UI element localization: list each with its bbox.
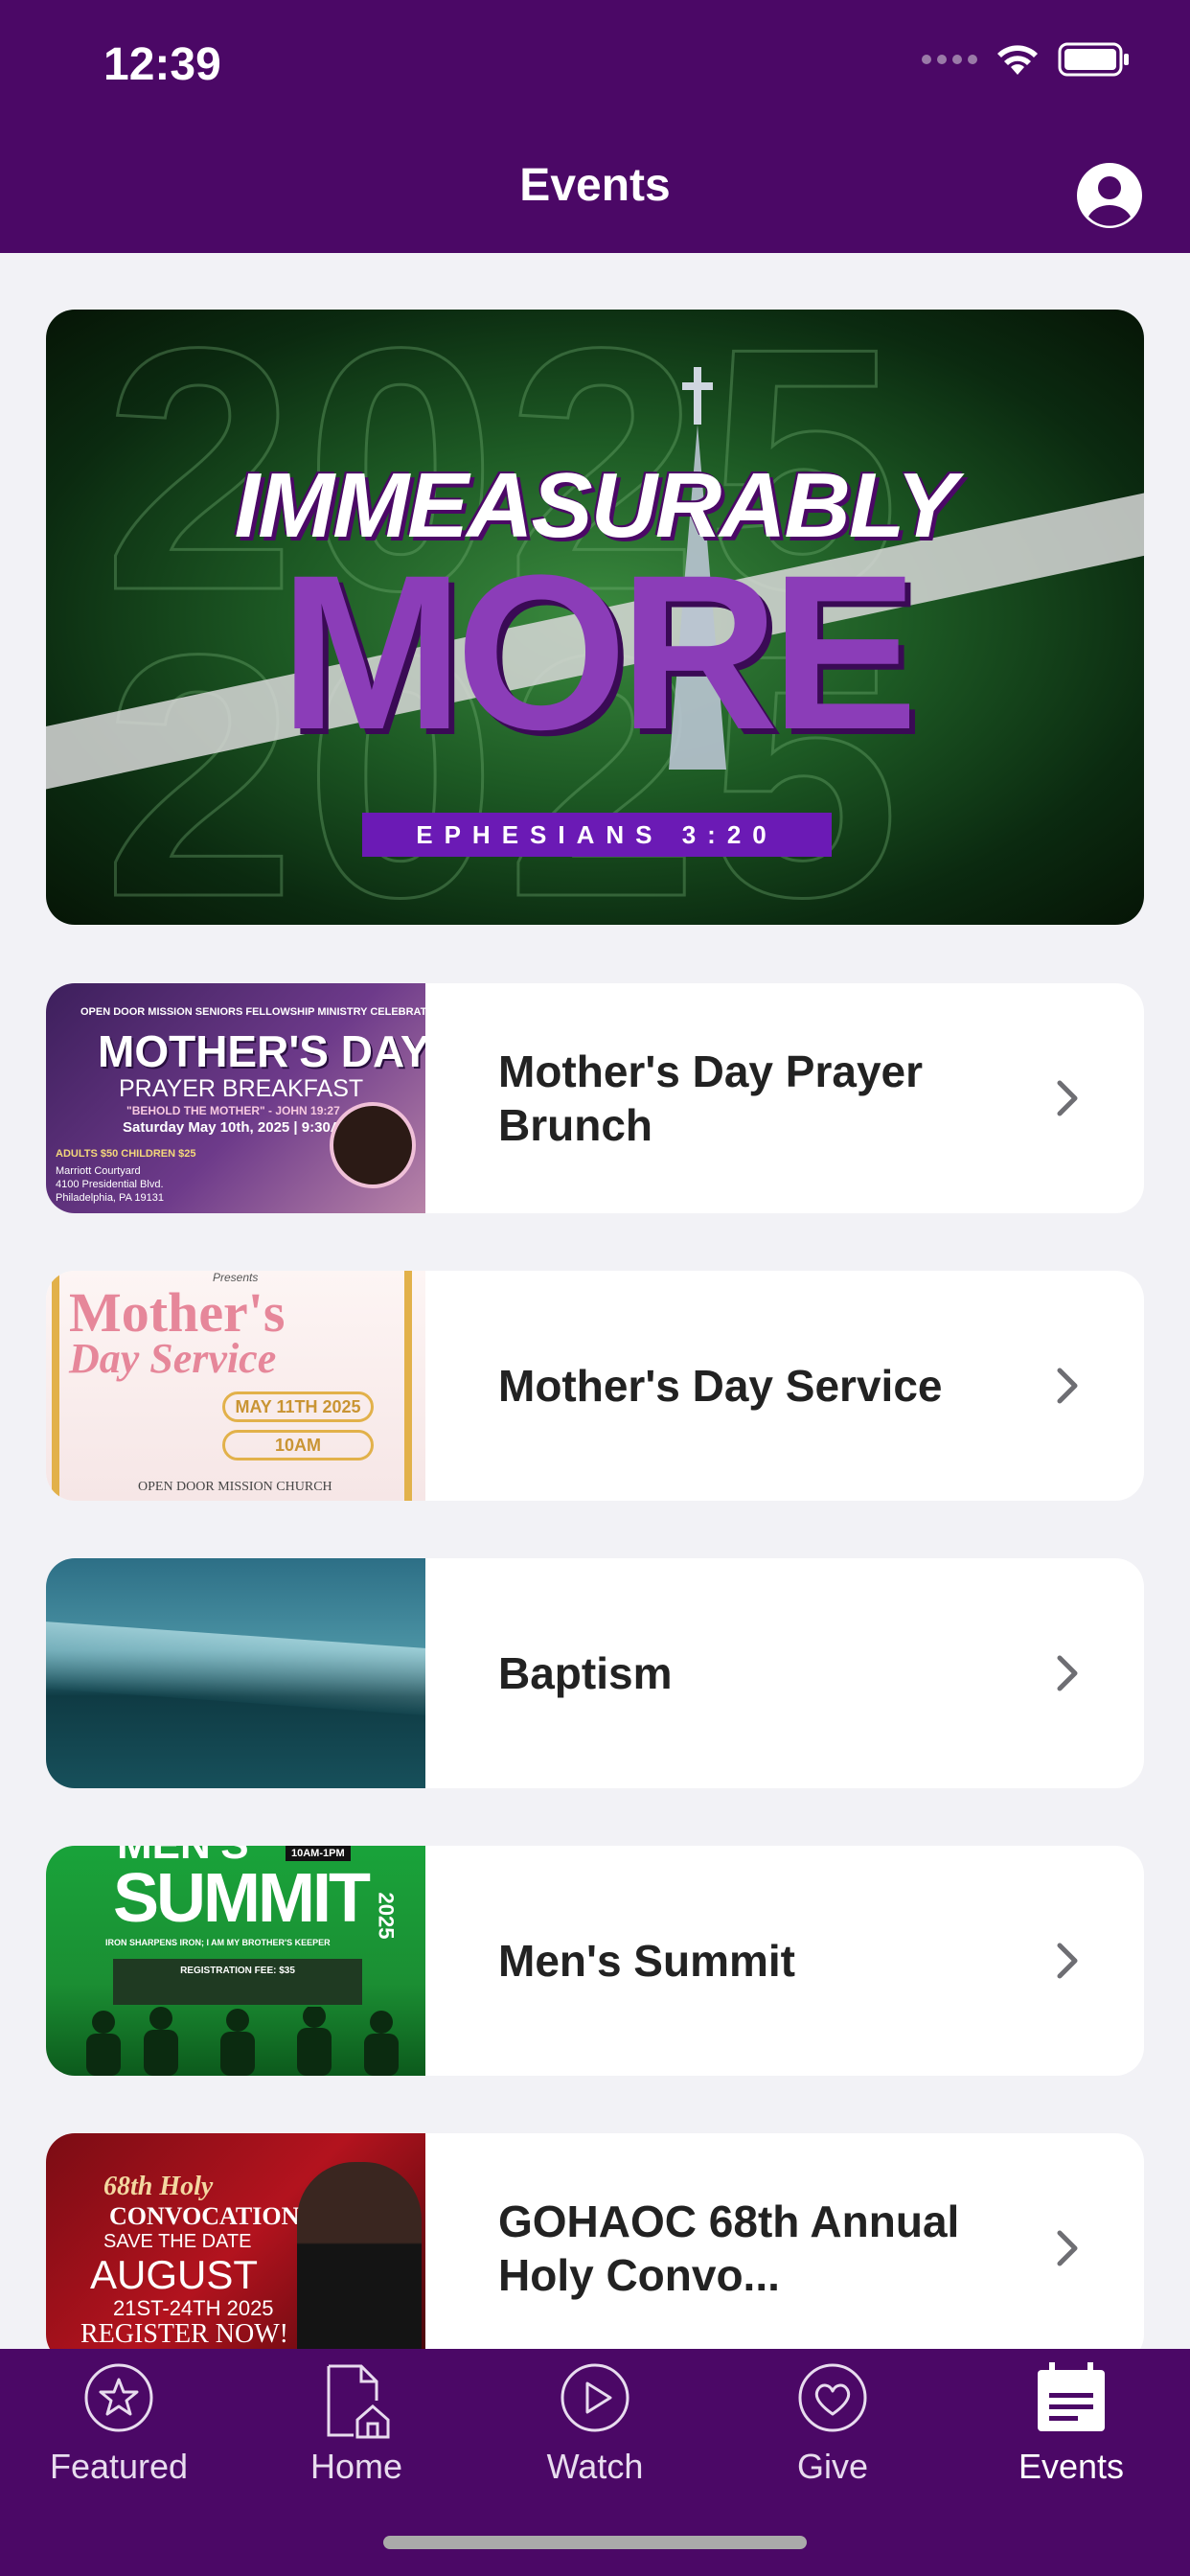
home-indicator[interactable] (383, 2536, 807, 2549)
event-title: Baptism (498, 1648, 673, 1698)
status-icons (922, 42, 1131, 77)
thumb-text: 2025 (374, 1892, 399, 1940)
chevron-right-icon (1057, 1655, 1078, 1691)
thumb-text: 10AM-1PM (286, 1846, 351, 1861)
chevron-right-icon (1057, 1368, 1078, 1404)
signal-icon (922, 55, 977, 64)
tab-watch[interactable]: Watch (476, 2349, 714, 2502)
speaker-photo (297, 2162, 422, 2363)
tab-featured[interactable]: Featured (0, 2349, 238, 2502)
battery-icon (1058, 42, 1129, 77)
status-time: 12:39 (103, 39, 221, 90)
thumb-text: 10AM (222, 1430, 374, 1460)
page-title: Events (519, 160, 671, 211)
thumb-text: OPEN DOOR MISSION CHURCH (138, 1480, 332, 1494)
tab-label: Watch (546, 2447, 644, 2486)
event-card[interactable]: Presents Mother's Day Service MAY 11TH 2… (46, 1271, 1144, 1501)
thumb-text: AUGUST (90, 2252, 259, 2297)
tab-give[interactable]: Give (714, 2349, 951, 2502)
event-card[interactable]: 68th Holy CONVOCATION SAVE THE DATE AUGU… (46, 2133, 1144, 2363)
decorative-gold-bar (404, 1271, 412, 1501)
tab-events[interactable]: Events (952, 2349, 1190, 2502)
event-title: Mother's Day Prayer Brunch (498, 1046, 924, 1150)
thumb-text: Day Service (69, 1335, 277, 1382)
play-icon (561, 2363, 629, 2432)
tab-home[interactable]: Home (238, 2349, 475, 2502)
event-thumbnail: MEN'S SUMMIT 2025 10AM-1PM IRON SHARPENS… (46, 1846, 425, 2076)
thumb-text: 4100 Presidential Blvd. (56, 1179, 164, 1190)
thumb-text: 21ST-24TH 2025 (113, 2296, 274, 2320)
decorative-gold-bar (52, 1271, 59, 1501)
event-thumbnail: 68th Holy CONVOCATION SAVE THE DATE AUGU… (46, 2133, 425, 2363)
thumb-text: SUMMIT (113, 1860, 371, 1937)
home-doc-icon (327, 2364, 390, 2439)
event-thumbnail: Presents Mother's Day Service MAY 11TH 2… (46, 1271, 425, 1501)
men-silhouettes-graphic (86, 2007, 399, 2076)
app-header: 12:39 Events (0, 0, 1190, 253)
featured-event-banner[interactable]: 2025 2025 IMMEASURABLY MORE EPHESIANS 3:… (46, 310, 1144, 925)
thumb-text: 68th Holy (103, 2172, 214, 2201)
thumb-text: PRAYER BREAKFAST (119, 1075, 364, 1102)
event-title: Mother's Day Service (498, 1361, 943, 1411)
hero-verse: EPHESIANS 3:20 (362, 813, 832, 857)
thumb-text: OPEN DOOR MISSION SENIORS FELLOWSHIP MIN… (80, 1006, 425, 1018)
profile-icon[interactable] (1075, 161, 1144, 230)
chevron-right-icon (1057, 1080, 1078, 1116)
tab-label: Events (1018, 2447, 1125, 2486)
chevron-right-icon (1057, 2230, 1078, 2266)
event-thumbnail: OPEN DOOR MISSION SENIORS FELLOWSHIP MIN… (46, 983, 425, 1213)
heart-icon (798, 2363, 867, 2432)
thumb-text: REGISTRATION FEE: $35 (113, 1959, 362, 2005)
event-thumbnail (46, 1558, 425, 1788)
calendar-icon (1038, 2362, 1105, 2431)
tab-label: Home (309, 2447, 403, 2486)
thumb-text: SAVE THE DATE (103, 2231, 252, 2252)
hero-title-line2: MORE (280, 529, 918, 775)
chevron-right-icon (1057, 1943, 1078, 1979)
event-card[interactable]: OPEN DOOR MISSION SENIORS FELLOWSHIP MIN… (46, 983, 1144, 1213)
event-card[interactable]: MEN'S SUMMIT 2025 10AM-1PM IRON SHARPENS… (46, 1846, 1144, 2076)
star-icon (84, 2363, 153, 2432)
speaker-photo (330, 1102, 416, 1188)
tab-label: Featured (49, 2447, 189, 2486)
thumb-text: REGISTER NOW! (80, 2319, 288, 2349)
event-title: Men's Summit (498, 1936, 795, 1986)
thumb-text: Saturday May 10th, 2025 | 9:30AM (123, 1119, 354, 1136)
wifi-icon (997, 45, 1038, 75)
thumb-text: "BEHOLD THE MOTHER" - JOHN 19:27 (126, 1104, 340, 1117)
thumb-text: Marriott Courtyard (56, 1165, 141, 1177)
thumb-text: MOTHER'S DAY (98, 1026, 425, 1076)
thumb-text: Philadelphia, PA 19131 (56, 1192, 164, 1204)
thumb-text: ADULTS $50 CHILDREN $25 (56, 1148, 196, 1160)
tab-label: Give (796, 2447, 869, 2486)
thumb-text: CONVOCATION (109, 2202, 300, 2230)
thumb-text: IRON SHARPENS IRON; I AM MY BROTHER'S KE… (105, 1938, 331, 1947)
thumb-text: MAY 11TH 2025 (222, 1392, 374, 1422)
water-surface-graphic (46, 1622, 425, 1715)
event-card[interactable]: Baptism (46, 1558, 1144, 1788)
event-title: GOHAOC 68th Annual Holy Convo... (498, 2196, 960, 2300)
